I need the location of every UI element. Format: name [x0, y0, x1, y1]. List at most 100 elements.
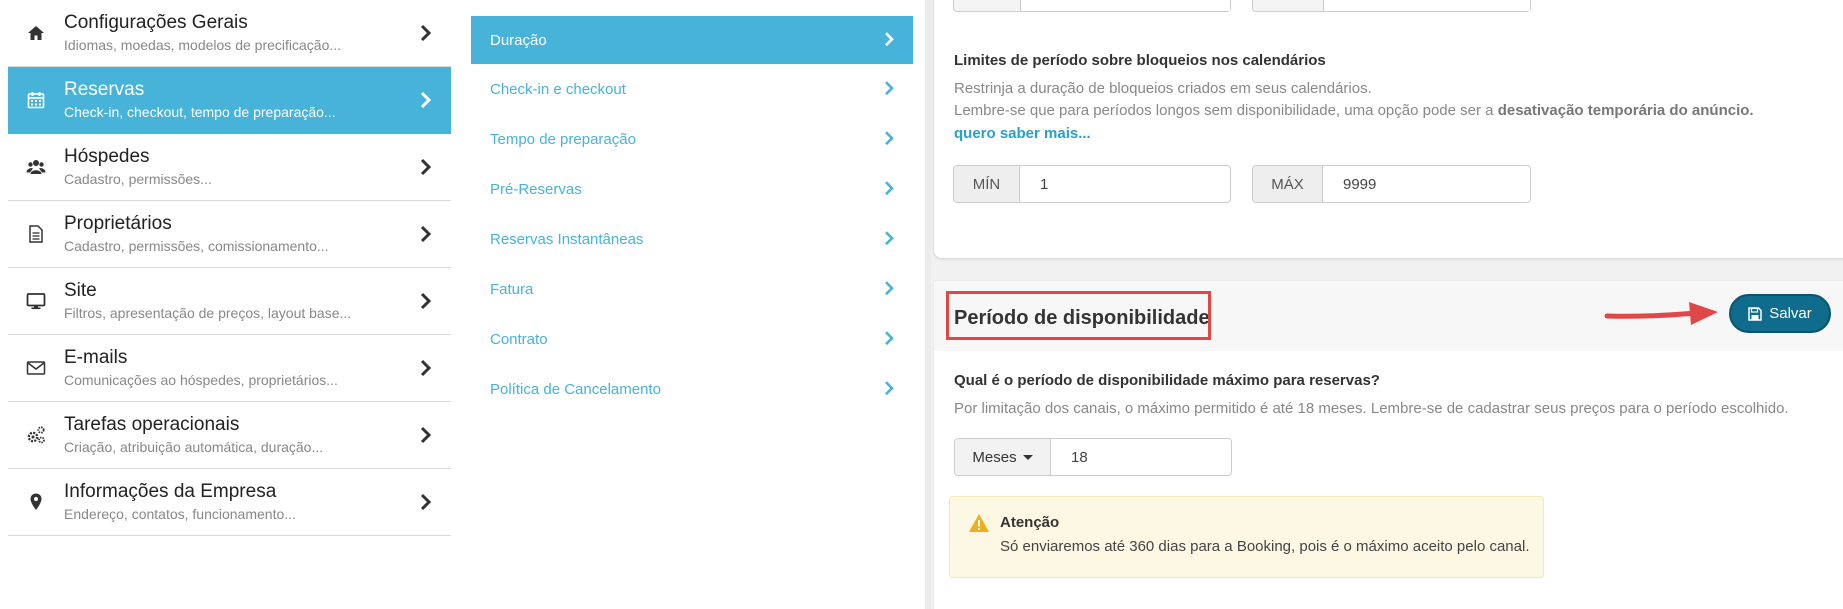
min-label: MÍN [954, 166, 1020, 202]
submenu-item-label: Contrato [490, 330, 548, 348]
monitor-icon [26, 291, 46, 311]
menu-item-subtitle: Idiomas, moedas, modelos de precificação… [64, 36, 342, 53]
document-icon [26, 224, 46, 244]
blocks-limits-note-text: Lembre-se que para períodos longos sem d… [954, 102, 1498, 119]
menu-item-title: Site [64, 279, 97, 301]
save-button-label: Salvar [1769, 305, 1812, 322]
unit-dropdown-label: Meses [972, 448, 1017, 466]
availability-question: Qual é o período de disponibilidade máxi… [954, 372, 1380, 389]
min-input-group[interactable]: MÍN 1 [953, 165, 1231, 203]
previous-max-input[interactable] [1252, 0, 1531, 12]
home-icon [26, 23, 46, 43]
alert-body: Só enviaremos até 360 dias para a Bookin… [1000, 538, 1530, 555]
menu-item-hospedes[interactable]: Hóspedes Cadastro, permissões... [8, 134, 451, 201]
chevron-right-icon [885, 231, 894, 246]
reservas-submenu: Duração Check-in e checkout Tempo de pre… [471, 16, 913, 414]
menu-item-title: Tarefas operacionais [64, 413, 240, 435]
blocks-limits-desc: Restrinja a duração de bloqueios criados… [954, 80, 1372, 97]
chevron-right-icon [885, 381, 894, 396]
submenu-item-checkin-checkout[interactable]: Check-in e checkout [471, 64, 913, 114]
submenu-item-politica-cancelamento[interactable]: Política de Cancelamento [471, 364, 913, 414]
max-input[interactable]: 9999 [1323, 166, 1530, 202]
menu-item-title: Informações da Empresa [64, 480, 277, 502]
chevron-right-icon [420, 91, 432, 109]
submenu-item-label: Pré-Reservas [490, 180, 582, 198]
menu-item-proprietarios[interactable]: Proprietários Cadastro, permissões, comi… [8, 201, 451, 268]
submenu-item-label: Duração [490, 31, 547, 49]
menu-item-title: Reservas [64, 78, 145, 100]
availability-value-input[interactable]: 18 [1051, 439, 1088, 475]
menu-item-title: Proprietários [64, 212, 172, 234]
chevron-right-icon [420, 359, 432, 377]
envelope-icon [26, 358, 46, 378]
submenu-item-label: Tempo de preparação [490, 130, 636, 148]
menu-item-reservas[interactable]: Reservas Check-in, checkout, tempo de pr… [8, 67, 451, 134]
submenu-item-duracao[interactable]: Duração [471, 16, 913, 64]
previous-min-input[interactable] [953, 0, 1231, 12]
deactivation-emphasis: desativação temporária do anúncio. [1497, 102, 1754, 119]
calendar-icon [26, 90, 46, 110]
blocks-limits-title: Limites de período sobre bloqueios nos c… [954, 52, 1326, 69]
menu-item-subtitle: Comunicações ao hóspedes, proprietários.… [64, 371, 338, 388]
chevron-right-icon [885, 32, 894, 47]
warning-icon [969, 514, 989, 532]
alert-title: Atenção [1000, 514, 1060, 531]
max-input-group[interactable]: MÁX 9999 [1252, 165, 1531, 203]
menu-item-title: Hóspedes [64, 145, 150, 167]
menu-item-tarefas-operacionais[interactable]: Tarefas operacionais Criação, atribuição… [8, 402, 451, 469]
availability-help: Por limitação dos canais, o máximo permi… [954, 400, 1789, 417]
menu-item-title: E-mails [64, 346, 128, 368]
min-input[interactable]: 1 [1020, 166, 1230, 202]
highlight-annotation-box [946, 291, 1211, 340]
warning-alert: Atenção Só enviaremos até 360 dias para … [949, 496, 1544, 578]
save-button[interactable]: Salvar [1729, 294, 1831, 333]
menu-item-subtitle: Criação, atribuição automática, duração.… [64, 438, 324, 455]
menu-item-title: Configurações Gerais [64, 11, 248, 33]
chevron-right-icon [885, 331, 894, 346]
submenu-item-fatura[interactable]: Fatura [471, 264, 913, 314]
chevron-right-icon [885, 81, 894, 96]
chevron-right-icon [420, 493, 432, 511]
arrow-annotation-icon [1604, 302, 1718, 325]
chevron-right-icon [420, 158, 432, 176]
settings-page: Configurações Gerais Idiomas, moedas, mo… [0, 0, 1843, 609]
menu-item-informacoes-empresa[interactable]: Informações da Empresa Endereço, contato… [8, 469, 451, 536]
blocks-limits-card: Limites de período sobre bloqueios nos c… [934, 0, 1843, 258]
blocks-limits-note: Lembre-se que para períodos longos sem d… [954, 102, 1754, 119]
chevron-right-icon [420, 426, 432, 444]
menu-item-emails[interactable]: E-mails Comunicações ao hóspedes, propri… [8, 335, 451, 402]
unit-dropdown[interactable]: Meses [955, 439, 1051, 475]
availability-input-group: Meses 18 [954, 438, 1232, 476]
chevron-right-icon [420, 292, 432, 310]
submenu-item-label: Check-in e checkout [490, 80, 626, 98]
chevron-right-icon [420, 225, 432, 243]
menu-item-configuracoes-gerais[interactable]: Configurações Gerais Idiomas, moedas, mo… [8, 0, 451, 67]
menu-item-subtitle: Cadastro, permissões... [64, 170, 212, 187]
chevron-right-icon [420, 24, 432, 42]
users-icon [26, 157, 46, 177]
submenu-item-contrato[interactable]: Contrato [471, 314, 913, 364]
submenu-item-tempo-preparacao[interactable]: Tempo de preparação [471, 114, 913, 164]
settings-content-panel: Limites de período sobre bloqueios nos c… [931, 0, 1843, 609]
caret-down-icon [1022, 454, 1033, 460]
submenu-item-reservas-instantaneas[interactable]: Reservas Instantâneas [471, 214, 913, 264]
max-label: MÁX [1253, 166, 1323, 202]
submenu-item-label: Fatura [490, 280, 534, 298]
menu-item-subtitle: Endereço, contatos, funcionamento... [64, 505, 296, 522]
menu-item-site[interactable]: Site Filtros, apresentação de preços, la… [8, 268, 451, 335]
menu-item-subtitle: Cadastro, permissões, comissionamento... [64, 237, 329, 254]
chevron-right-icon [885, 131, 894, 146]
submenu-item-label: Reservas Instantâneas [490, 230, 644, 248]
menu-item-subtitle: Check-in, checkout, tempo de preparação.… [64, 103, 336, 120]
submenu-item-label: Política de Cancelamento [490, 380, 661, 398]
floppy-disk-icon [1748, 306, 1762, 321]
settings-categories-menu: Configurações Gerais Idiomas, moedas, mo… [8, 0, 451, 536]
menu-item-subtitle: Filtros, apresentação de preços, layout … [64, 304, 352, 321]
submenu-item-pre-reservas[interactable]: Pré-Reservas [471, 164, 913, 214]
availability-period-card: Período de disponibilidade Salvar Qual é… [934, 281, 1843, 609]
map-marker-icon [26, 492, 46, 512]
learn-more-link[interactable]: quero saber mais... [954, 125, 1091, 142]
chevron-right-icon [885, 281, 894, 296]
chevron-right-icon [885, 181, 894, 196]
gears-icon [26, 425, 46, 445]
